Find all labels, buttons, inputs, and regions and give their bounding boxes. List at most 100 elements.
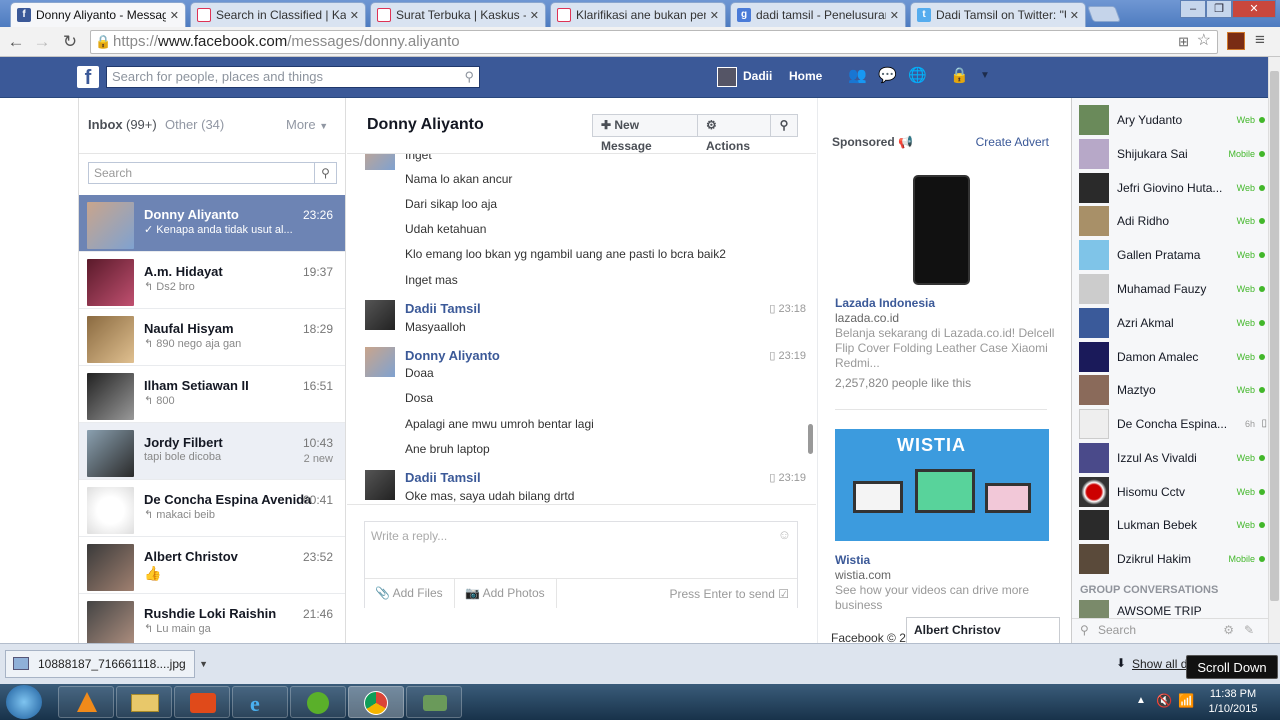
vlc-icon[interactable] [58, 686, 114, 718]
ad-wistia-image[interactable]: WISTIA [835, 429, 1049, 541]
close-icon[interactable]: ✕ [350, 9, 359, 22]
close-icon[interactable]: ✕ [710, 9, 719, 22]
ad-title[interactable]: Wistia [835, 553, 870, 567]
reload-icon[interactable]: ↻ [60, 32, 80, 52]
chat-user[interactable]: De Concha Espina... 6h ▯ [1079, 409, 1267, 439]
volume-muted-icon[interactable]: 🔇 [1156, 693, 1172, 709]
thread-item[interactable]: Naufal Hisyam 18:29 ↰ 890 nego aja gan [79, 309, 345, 366]
tab-inbox[interactable]: Inbox [88, 117, 123, 132]
browser-tab-kaskus-surat[interactable]: Surat Terbuka | Kaskus - T ✕ [370, 2, 546, 27]
close-icon[interactable]: ✕ [530, 9, 539, 22]
thread-item[interactable]: De Concha Espina Avenida 00:41 ↰ makaci … [79, 480, 345, 537]
chat-tab-albert[interactable]: Albert Christov [906, 617, 1060, 643]
extension-icon[interactable] [1227, 32, 1245, 50]
bookmark-star-icon[interactable]: ☆ [1197, 30, 1211, 52]
chat-user[interactable]: Maztyo Web [1079, 375, 1267, 405]
minimize-button[interactable]: – [1180, 0, 1206, 18]
translate-icon[interactable]: ⊞ [1178, 31, 1189, 53]
facebook-search-input[interactable]: Search for people, places and things ⚲ [106, 66, 480, 88]
chat-user[interactable]: Hisomu Cctv Web [1079, 477, 1267, 507]
chat-group[interactable]: AWSOME TRIP [1079, 600, 1267, 618]
tab-other[interactable]: Other (34) [165, 117, 224, 132]
download-item[interactable]: 10888187_716661118....jpg ▼ [5, 650, 208, 678]
profile-link[interactable]: Dadii [743, 69, 772, 83]
utorrent-icon[interactable] [290, 686, 346, 718]
tray-expand-icon[interactable]: ▲ [1136, 695, 1146, 706]
compose-icon[interactable]: ✎ [1244, 619, 1254, 641]
chat-user[interactable]: Lukman Bebek Web [1079, 510, 1267, 540]
inbox-search-input[interactable]: Search ⚲ [88, 162, 337, 184]
page-scrollbar[interactable] [1268, 57, 1280, 643]
browser-tab-twitter[interactable]: t Dadi Tamsil on Twitter: "U ✕ [910, 2, 1086, 27]
address-bar[interactable]: 🔒 https://www.facebook.com/messages/donn… [90, 30, 1218, 54]
media-icon[interactable] [174, 686, 230, 718]
browser-tab-kaskus-classified[interactable]: Search in Classified | Kasku ✕ [190, 2, 366, 27]
search-icon[interactable]: ⚲ [464, 67, 474, 87]
chat-user[interactable]: Ary Yudanto Web [1079, 105, 1267, 135]
network-icon[interactable]: 📶 [1178, 693, 1194, 709]
chat-user[interactable]: Azri Akmal Web [1079, 308, 1267, 338]
message-sender[interactable]: Dadii Tamsil [405, 301, 481, 316]
maximize-button[interactable]: ❐ [1206, 0, 1232, 18]
reply-box[interactable]: Write a reply... ☺ 📎 Add Files 📷 Add Pho… [364, 521, 798, 608]
chat-search-input[interactable]: ⚲ Search ⚙ ✎ [1072, 618, 1268, 642]
new-tab-button[interactable] [1087, 6, 1121, 22]
chat-user[interactable]: Muhamad Fauzy Web [1079, 274, 1267, 304]
messages-icon[interactable]: 💬 [878, 68, 897, 84]
close-icon[interactable]: ✕ [170, 9, 179, 22]
actions-button[interactable]: ⚙ Actions [697, 114, 771, 153]
chevron-down-icon[interactable]: ▼ [199, 651, 208, 677]
home-link[interactable]: Home [789, 69, 822, 83]
new-message-button[interactable]: ✚ New Message [592, 114, 698, 153]
file-explorer-icon[interactable] [116, 686, 172, 718]
facebook-logo-icon[interactable]: f [77, 66, 99, 89]
add-files-button[interactable]: 📎 Add Files [365, 579, 455, 608]
system-clock[interactable]: 11:38 PM 1/10/2015 [1198, 687, 1268, 717]
ad-title[interactable]: Lazada Indonesia [835, 296, 935, 310]
chat-user[interactable]: Izzul As Vivaldi Web [1079, 443, 1267, 473]
close-window-button[interactable]: ✕ [1232, 0, 1276, 18]
chat-user[interactable]: Damon Amalec Web [1079, 342, 1267, 372]
conversation-search-button[interactable]: ⚲ [770, 114, 798, 137]
close-icon[interactable]: ✕ [1070, 9, 1079, 22]
thread-item[interactable]: Donny Aliyanto 23:26 ✓ Kenapa anda tidak… [79, 195, 345, 252]
thread-item[interactable]: Albert Christov 23:52 👍 [79, 537, 345, 594]
add-photos-button[interactable]: 📷 Add Photos [455, 579, 557, 608]
windows-start-icon[interactable] [6, 685, 42, 719]
back-icon[interactable]: ← [6, 32, 26, 52]
thread-item[interactable]: A.m. Hidayat 19:37 ↰ Ds2 bro [79, 252, 345, 309]
chrome-icon[interactable] [348, 686, 404, 718]
close-icon[interactable]: ✕ [890, 9, 899, 22]
message-scrollbar[interactable] [808, 424, 813, 454]
search-icon[interactable]: ⚲ [314, 163, 336, 183]
more-dropdown[interactable]: More ▼ [286, 117, 328, 132]
chat-user[interactable]: Shijukara Sai Mobile [1079, 139, 1267, 169]
thread-item[interactable]: Rushdie Loki Raishin 21:46 ↰ Lu main ga [79, 594, 345, 643]
scrollbar-thumb[interactable] [1270, 71, 1279, 601]
gear-icon[interactable]: ⚙ [1223, 619, 1234, 641]
account-chevron-down-icon[interactable]: ▼ [976, 68, 994, 84]
ad-product-image[interactable] [913, 175, 970, 285]
chat-user[interactable]: Jefri Giovino Huta... Web [1079, 173, 1267, 203]
internet-explorer-icon[interactable]: e [232, 686, 288, 718]
friend-requests-icon[interactable]: 👥 [848, 68, 867, 84]
thread-item[interactable]: Ilham Setiawan II 16:51 ↰ 800 [79, 366, 345, 423]
checkbox-checked-icon[interactable]: ☑ [778, 587, 789, 601]
browser-tab-facebook[interactable]: f Donny Aliyanto - Message ✕ [10, 2, 186, 27]
chat-user[interactable]: Adi Ridho Web [1079, 206, 1267, 236]
privacy-lock-icon[interactable]: 🔒 [950, 68, 969, 84]
message-sender[interactable]: Donny Aliyanto [405, 348, 500, 363]
chat-user[interactable]: Gallen Pratama Web [1079, 240, 1267, 270]
browser-tab-kaskus-klarifikasi[interactable]: Klarifikasi ane bukan peni ✕ [550, 2, 726, 27]
press-enter-toggle[interactable]: Press Enter to send ☑ [670, 587, 790, 601]
thread-item[interactable]: Jordy Filbert 10:43 tapi bole dicoba 2 n… [79, 423, 345, 480]
show-all-downloads-link[interactable]: Show all do [1132, 657, 1194, 671]
avatar[interactable] [717, 67, 737, 87]
reply-input[interactable]: Write a reply... [371, 529, 447, 543]
network-app-icon[interactable] [406, 686, 462, 718]
emoji-icon[interactable]: ☺ [778, 527, 791, 542]
create-advert-link[interactable]: Create Advert [976, 135, 1049, 149]
menu-icon[interactable]: ≡ [1255, 30, 1265, 50]
notifications-globe-icon[interactable]: 🌐 [908, 68, 927, 84]
chat-user[interactable]: Dzikrul Hakim Mobile [1079, 544, 1267, 574]
